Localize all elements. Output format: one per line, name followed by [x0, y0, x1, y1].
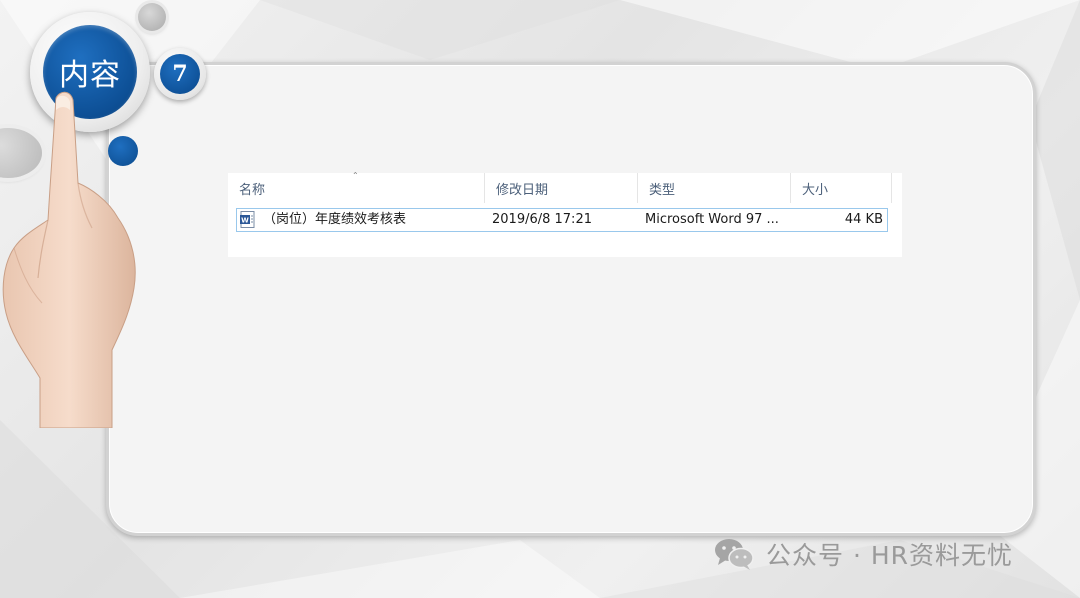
slide-content-card	[106, 62, 1036, 536]
watermark-text: 公众号 · HR资料无忧	[766, 541, 1014, 570]
file-modified-date: 2019/6/8 17:21	[492, 212, 592, 227]
file-size: 44 KB	[844, 212, 883, 227]
svg-text:W: W	[241, 217, 249, 225]
decorative-gray-dot	[138, 3, 166, 31]
column-header-type[interactable]: 类型	[638, 173, 791, 203]
pointing-hand-icon	[2, 91, 136, 428]
column-header-name-label: 名称	[239, 182, 266, 198]
column-header-type-label: 类型	[649, 182, 676, 198]
slide-number: 7	[172, 61, 188, 87]
wechat-icon	[715, 539, 754, 570]
slide-number-badge: 7	[160, 54, 200, 94]
column-header-size[interactable]: 大小	[791, 173, 892, 203]
file-name: （岗位）年度绩效考核表	[263, 212, 407, 227]
file-type: Microsoft Word 97 ...	[645, 212, 779, 227]
watermark: 公众号 · HR资料无忧	[714, 534, 1013, 574]
file-explorer-list: ⌃ 名称 修改日期 类型 大小 W （岗位）年度绩效考核表 2019/6/8 1…	[228, 171, 902, 257]
column-header-modified[interactable]: 修改日期	[485, 173, 638, 203]
column-header-name[interactable]: 名称	[228, 173, 485, 203]
column-header-modified-label: 修改日期	[496, 182, 549, 198]
file-row[interactable]: W （岗位）年度绩效考核表 2019/6/8 17:21 Microsoft W…	[236, 208, 888, 232]
column-header-size-label: 大小	[802, 182, 829, 198]
word-document-icon: W	[240, 211, 255, 228]
